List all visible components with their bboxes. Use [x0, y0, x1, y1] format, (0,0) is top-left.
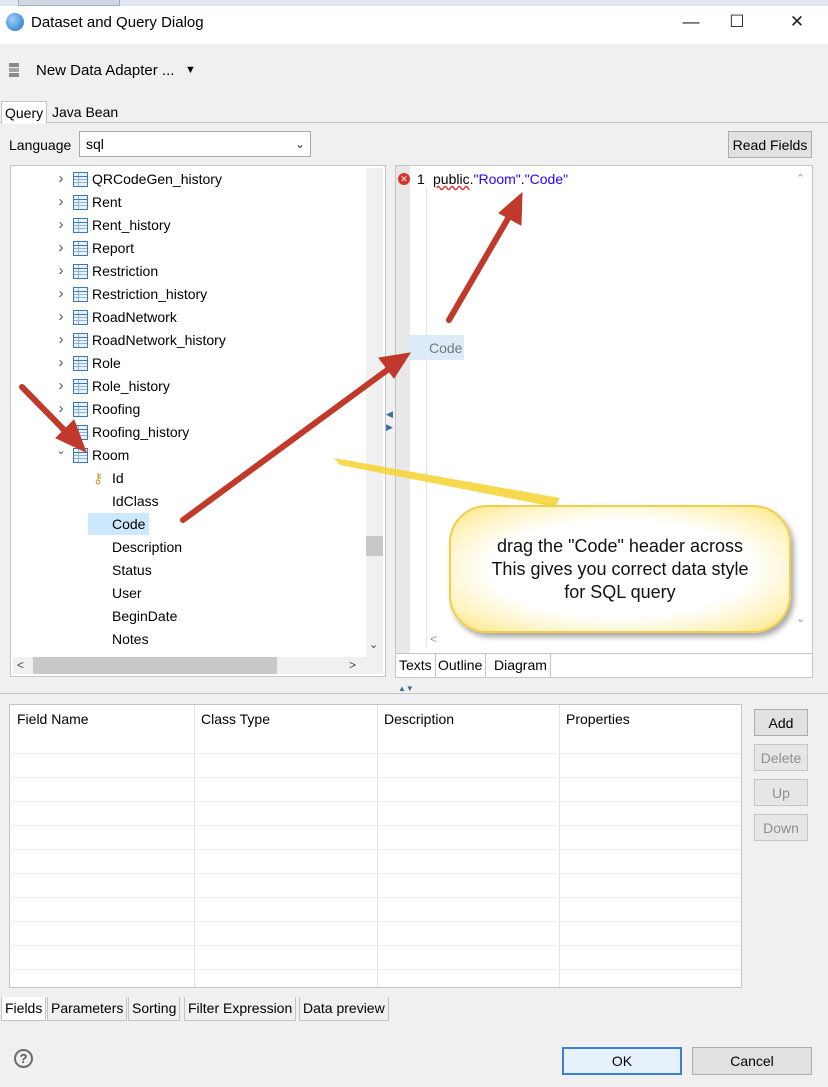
- tree-item-column[interactable]: User: [11, 582, 361, 604]
- tree-item-column[interactable]: BeginDate: [11, 605, 361, 627]
- tree-item-column[interactable]: ⚷ Id: [11, 467, 361, 489]
- tree-item-label: Code: [112, 516, 146, 532]
- callout-line-3: for SQL query: [564, 581, 676, 602]
- yellow-pointer: [334, 458, 560, 507]
- tree-item-label: User: [112, 585, 142, 601]
- tree-item-label: BeginDate: [112, 608, 178, 624]
- tree-item-column[interactable]: Code: [11, 513, 361, 535]
- tree-item-column[interactable]: Status: [11, 559, 361, 581]
- annotation-callout: drag the "Code" header across This gives…: [449, 505, 791, 633]
- tree-item-label: Notes: [112, 631, 149, 647]
- tree-item-label: Description: [112, 539, 183, 555]
- callout-line-1: drag the "Code" header across: [497, 535, 743, 556]
- tree-item-column[interactable]: Notes: [11, 628, 361, 650]
- tree-item-column[interactable]: IdClass: [11, 490, 361, 512]
- tree-item-label: Id: [112, 470, 124, 486]
- key-icon: ⚷: [93, 470, 104, 486]
- tree-item-label: IdClass: [112, 493, 159, 509]
- tab-query[interactable]: Query: [1, 101, 48, 124]
- tree-item-column[interactable]: Description: [11, 536, 361, 558]
- callout-line-2: This gives you correct data style: [491, 558, 749, 579]
- arrow-to-code: [446, 212, 513, 323]
- arrowhead: [498, 191, 523, 226]
- tree-item-label: Status: [112, 562, 152, 578]
